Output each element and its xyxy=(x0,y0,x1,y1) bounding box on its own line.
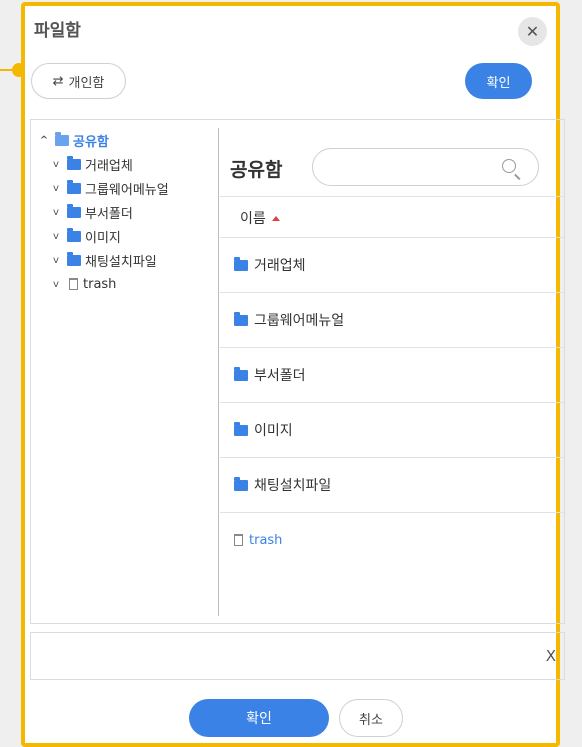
folder-icon xyxy=(67,155,81,170)
chevron-down-icon[interactable]: v xyxy=(49,207,63,218)
list-item-trash[interactable]: trash xyxy=(220,513,564,567)
folder-icon xyxy=(67,227,81,242)
swap-icon: ⇄ xyxy=(52,73,64,89)
column-header-label: 이름 xyxy=(240,211,266,227)
folder-icon xyxy=(234,421,248,436)
tree-item-label: 이미지 xyxy=(85,230,121,246)
folder-icon xyxy=(234,476,248,491)
sort-ascending-icon xyxy=(271,215,280,221)
chevron-down-icon[interactable]: v xyxy=(49,159,63,170)
top-confirm-button[interactable]: 확인 xyxy=(465,63,532,99)
list-item[interactable]: 부서폴더 xyxy=(220,348,564,402)
list-item[interactable]: 그룹웨어메뉴얼 xyxy=(220,293,564,347)
personal-box-label: 개인함 xyxy=(68,75,105,91)
selected-path-field[interactable]: X xyxy=(30,632,565,680)
tree-item-label: 부서폴더 xyxy=(85,206,133,222)
dialog-title: 파일함 xyxy=(34,21,81,41)
tree-item[interactable]: v 채팅설치파일 xyxy=(37,248,217,272)
tree-root-shared[interactable]: ^ 공유함 xyxy=(37,128,217,152)
folder-icon xyxy=(234,311,248,326)
list-item-label: 그룹웨어메뉴얼 xyxy=(254,313,345,329)
chevron-down-icon[interactable]: v xyxy=(49,231,63,242)
trash-icon xyxy=(69,278,78,290)
list-item-label: 이미지 xyxy=(254,423,293,439)
list-item[interactable]: 이미지 xyxy=(220,403,564,457)
trash-icon xyxy=(234,534,243,546)
file-list-pane: 공유함 이름 거래업체 그룹웨어메뉴얼 부서폴더 이미지 채팅설치파일 tras… xyxy=(220,120,564,625)
list-item-label: 채팅설치파일 xyxy=(254,478,332,494)
tree-item-label: 그룹웨어메뉴얼 xyxy=(85,182,169,198)
personal-box-button[interactable]: ⇄ 개인함 xyxy=(31,63,126,99)
tree-item[interactable]: v 그룹웨어메뉴얼 xyxy=(37,176,217,200)
tree-root-label: 공유함 xyxy=(73,134,109,150)
folder-icon xyxy=(67,203,81,218)
confirm-button[interactable]: 확인 xyxy=(189,699,329,737)
list-item-label: 거래업체 xyxy=(254,258,306,274)
clear-button[interactable]: X xyxy=(546,647,556,665)
tree-item[interactable]: v 이미지 xyxy=(37,224,217,248)
list-item[interactable]: 채팅설치파일 xyxy=(220,458,564,512)
tree-item[interactable]: v 거래업체 xyxy=(37,152,217,176)
file-box-dialog: 파일함 ✕ ⇄ 개인함 확인 ^ 공유함 v 거래업체 v 그룹웨어메뉴얼 v … xyxy=(21,2,565,747)
divider xyxy=(220,196,564,197)
chevron-up-icon[interactable]: ^ xyxy=(37,135,51,146)
folder-icon xyxy=(67,251,81,266)
chevron-down-icon[interactable]: v xyxy=(49,183,63,194)
list-item[interactable]: 거래업체 xyxy=(220,238,564,292)
close-icon: ✕ xyxy=(525,22,540,41)
current-folder-title: 공유함 xyxy=(230,159,283,181)
tree-item-label: trash xyxy=(83,276,117,292)
folder-icon xyxy=(234,256,248,271)
tree-item-label: 거래업체 xyxy=(85,158,133,174)
tree-item-trash[interactable]: v trash xyxy=(37,272,217,296)
search-icon[interactable] xyxy=(502,159,516,173)
pane-divider[interactable] xyxy=(218,128,219,616)
list-item-label: trash xyxy=(249,532,283,548)
folder-icon xyxy=(234,366,248,381)
folder-icon xyxy=(67,179,81,194)
file-browser-panel: ^ 공유함 v 거래업체 v 그룹웨어메뉴얼 v 부서폴더 v 이미지 v 채팅… xyxy=(30,119,565,624)
folder-open-icon xyxy=(55,131,69,146)
folder-tree: ^ 공유함 v 거래업체 v 그룹웨어메뉴얼 v 부서폴더 v 이미지 v 채팅… xyxy=(37,128,217,296)
name-column-header[interactable]: 이름 xyxy=(240,208,280,228)
tree-item[interactable]: v 부서폴더 xyxy=(37,200,217,224)
search-input[interactable] xyxy=(312,148,539,186)
chevron-down-icon[interactable]: v xyxy=(49,255,63,266)
chevron-down-icon[interactable]: v xyxy=(49,279,63,290)
cancel-button[interactable]: 취소 xyxy=(339,699,403,737)
list-item-label: 부서폴더 xyxy=(254,368,306,384)
tree-item-label: 채팅설치파일 xyxy=(85,254,157,270)
close-button[interactable]: ✕ xyxy=(518,17,547,46)
